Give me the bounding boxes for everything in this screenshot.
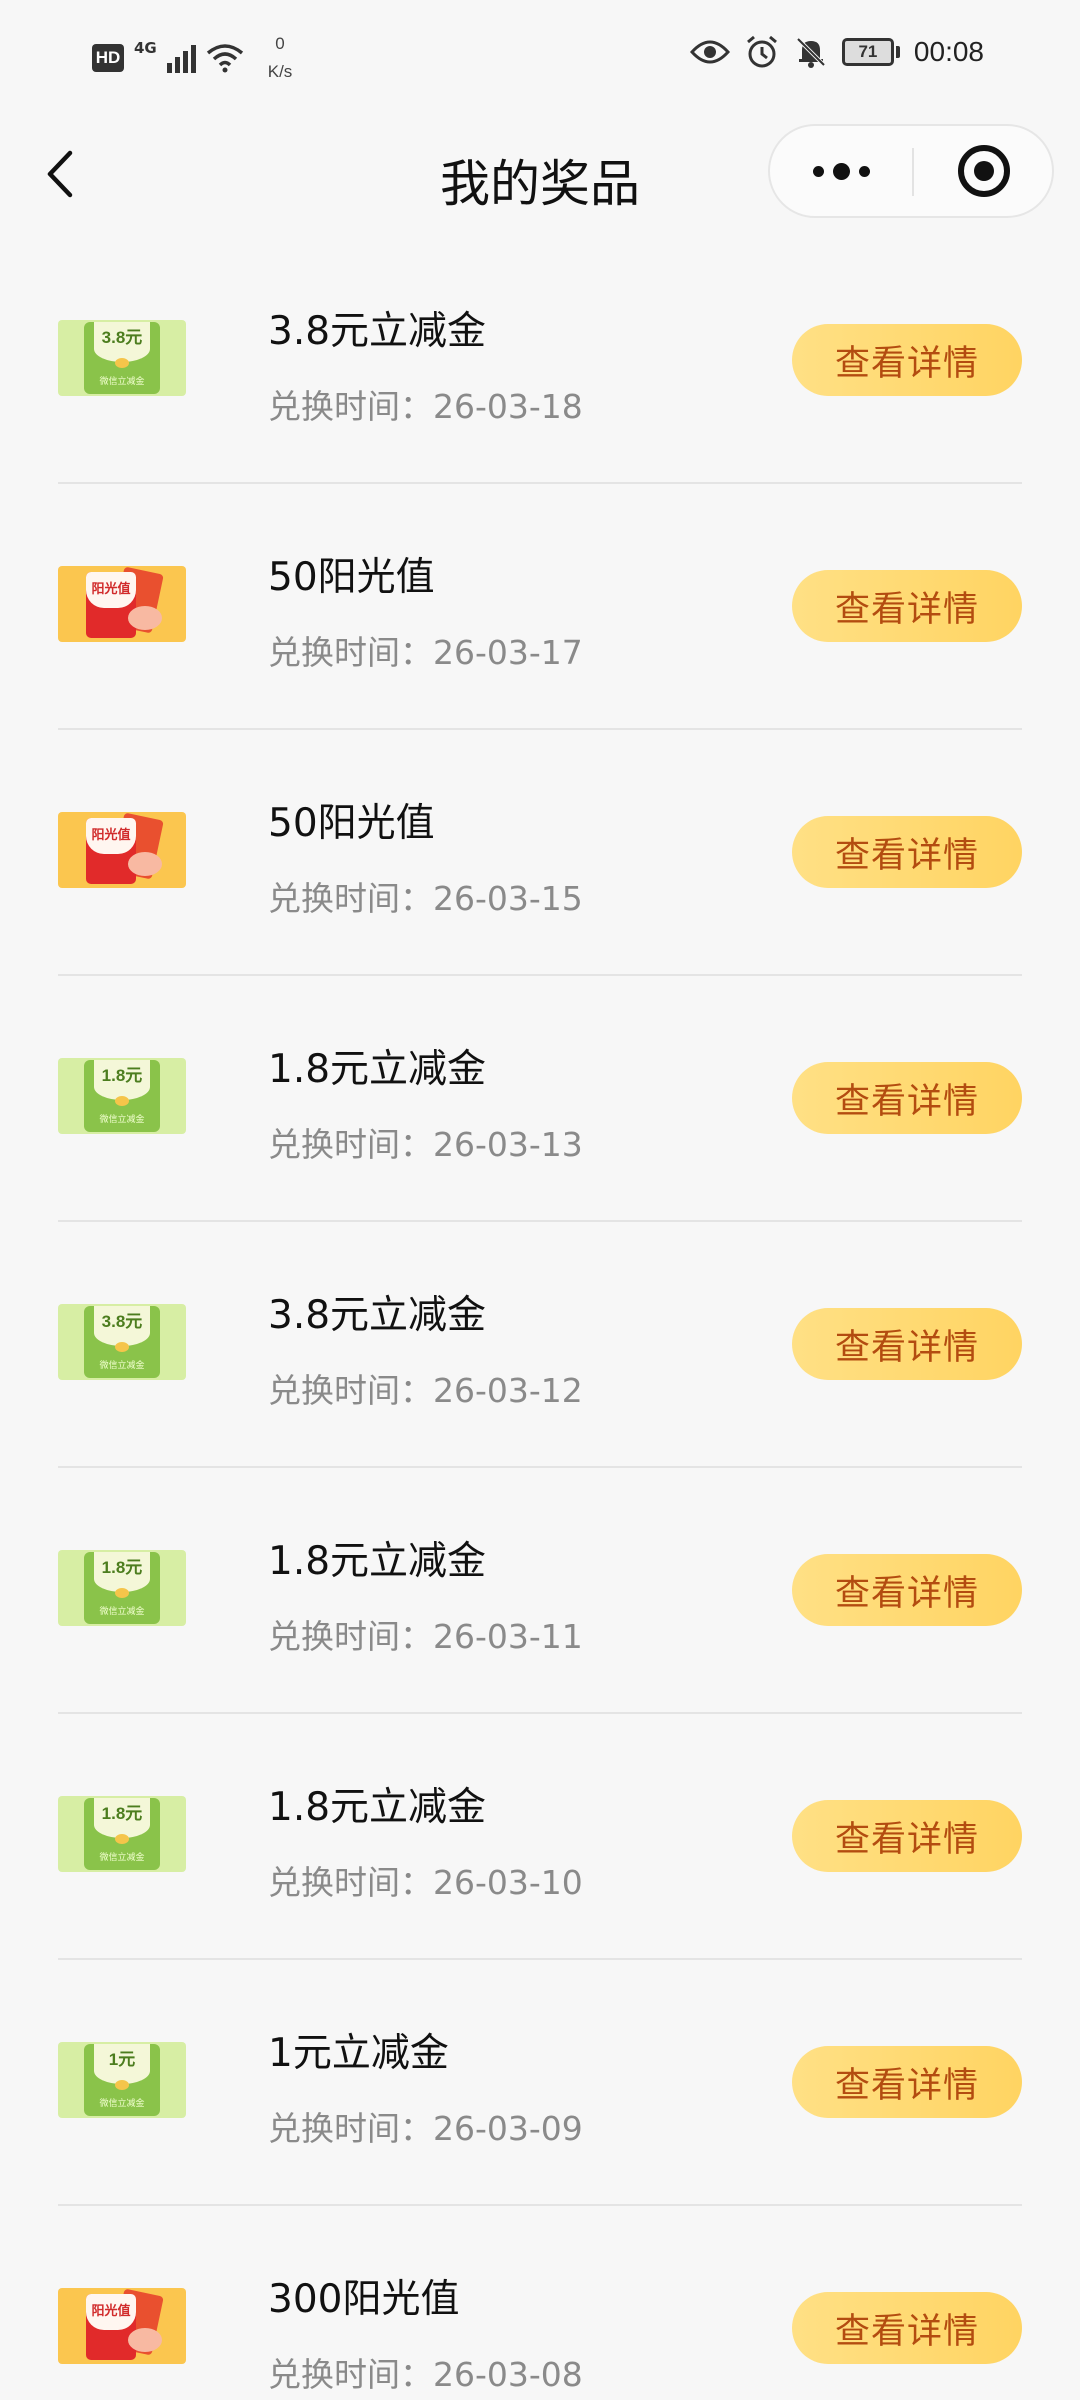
prize-item: 1.8元 微信立减金 1.8元立减金兑换时间：26-03-13 查看详情 xyxy=(58,976,1022,1222)
thumb-amount: 3.8元 xyxy=(94,1306,150,1346)
battery-icon: 71 xyxy=(841,38,900,66)
status-time: 00:08 xyxy=(913,36,984,67)
eye-icon xyxy=(689,38,730,66)
prize-name: 300阳光值 xyxy=(268,2277,460,2322)
thumb-amount: 3.8元 xyxy=(94,322,150,362)
battery-level: 71 xyxy=(841,38,894,66)
more-dots-icon xyxy=(812,165,824,177)
prize-item: 阳光值 50阳光值兑换时间：26-03-15 查看详情 xyxy=(58,730,1022,976)
view-details-button[interactable]: 查看详情 xyxy=(792,324,1022,396)
voucher-envelope-thumbnail: 3.8元 微信立减金 xyxy=(58,320,186,396)
close-mini-program-button[interactable] xyxy=(914,126,1054,216)
more-button[interactable] xyxy=(770,126,912,216)
view-details-button[interactable]: 查看详情 xyxy=(792,1800,1022,1872)
thumb-subtitle: 微信立减金 xyxy=(99,2099,145,2109)
alarm-icon xyxy=(744,34,780,70)
prize-name: 3.8元立减金 xyxy=(268,309,487,354)
voucher-envelope-thumbnail: 1.8元 微信立减金 xyxy=(58,1550,186,1626)
navigation-bar: 我的奖品 xyxy=(0,108,1080,238)
redeem-time: 兑换时间：26-03-13 xyxy=(268,1125,583,1164)
prize-item: 阳光值 50阳光值兑换时间：26-03-17 查看详情 xyxy=(58,484,1022,730)
voucher-envelope-thumbnail: 1.8元 微信立减金 xyxy=(58,1058,186,1134)
hd-badge: HD xyxy=(92,44,124,72)
mute-bell-icon xyxy=(794,35,828,69)
speed-value: 0 xyxy=(275,34,285,53)
speed-unit: K/s xyxy=(267,62,293,81)
redeem-time: 兑换时间：26-03-17 xyxy=(268,633,583,672)
sunshine-value-thumbnail: 阳光值 xyxy=(58,812,186,888)
status-left: HD 4G 0 K/s xyxy=(92,30,292,86)
status-right: 71 00:08 xyxy=(689,34,984,70)
thumb-subtitle: 微信立减金 xyxy=(99,377,145,387)
prize-name: 1.8元立减金 xyxy=(268,1785,487,1830)
prize-name: 1.8元立减金 xyxy=(268,1047,487,1092)
redeem-time: 兑换时间：26-03-11 xyxy=(268,1617,583,1656)
target-close-icon xyxy=(958,145,1010,197)
prize-name: 50阳光值 xyxy=(268,801,435,846)
thumb-label: 阳光值 xyxy=(86,2294,136,2330)
sunshine-value-thumbnail: 阳光值 xyxy=(58,2288,186,2364)
thumb-subtitle: 微信立减金 xyxy=(99,1607,145,1617)
thumb-amount: 1.8元 xyxy=(94,1552,150,1592)
prize-item: 3.8元 微信立减金 3.8元立减金兑换时间：26-03-18 查看详情 xyxy=(58,238,1022,484)
voucher-envelope-thumbnail: 1.8元 微信立减金 xyxy=(58,1796,186,1872)
prize-item: 1.8元 微信立减金 1.8元立减金兑换时间：26-03-11 查看详情 xyxy=(58,1468,1022,1714)
prize-name: 50阳光值 xyxy=(268,555,435,600)
wifi-icon xyxy=(206,43,244,73)
thumb-amount: 1元 xyxy=(94,2044,150,2084)
view-details-button[interactable]: 查看详情 xyxy=(792,2292,1022,2364)
prize-list: 3.8元 微信立减金 3.8元立减金 兑换时间：26-03-18 查看详情 阳光值 … xyxy=(0,238,1080,2400)
status-bar: HD 4G 0 K/s 71 00:08 xyxy=(0,0,1080,108)
view-details-button[interactable]: 查看详情 xyxy=(792,1554,1022,1626)
view-details-button[interactable]: 查看详情 xyxy=(792,2046,1022,2118)
thumb-subtitle: 微信立减金 xyxy=(99,1361,145,1371)
thumb-subtitle: 微信立减金 xyxy=(99,1853,145,1863)
prize-item: 3.8元 微信立减金 3.8元立减金兑换时间：26-03-12 查看详情 xyxy=(58,1222,1022,1468)
redeem-time: 兑换时间：26-03-10 xyxy=(268,1863,583,1902)
voucher-envelope-thumbnail: 1元 微信立减金 xyxy=(58,2042,186,2118)
mini-program-capsule xyxy=(768,124,1054,218)
view-details-button[interactable]: 查看详情 xyxy=(792,816,1022,888)
redeem-time: 兑换时间：26-03-08 xyxy=(268,2355,583,2394)
prize-list-container: 3.8元 微信立减金 3.8元立减金 兑换时间：26-03-18 查看详情 阳光值 … xyxy=(0,238,1080,2400)
network-type: 4G xyxy=(134,39,157,57)
thumb-amount: 1.8元 xyxy=(94,1798,150,1838)
prize-item: 阳光值 300阳光值兑换时间：26-03-08 查看详情 xyxy=(58,2206,1022,2400)
prize-item: 1元 微信立减金 1元立减金兑换时间：26-03-09 查看详情 xyxy=(58,1960,1022,2206)
thumb-amount: 1.8元 xyxy=(94,1060,150,1100)
view-details-button[interactable]: 查看详情 xyxy=(792,570,1022,642)
prize-name: 1.8元立减金 xyxy=(268,1539,487,1584)
prize-item: 1.8元 微信立减金 1.8元立减金兑换时间：26-03-10 查看详情 xyxy=(58,1714,1022,1960)
thumb-subtitle: 微信立减金 xyxy=(99,1115,145,1125)
voucher-envelope-thumbnail: 3.8元 微信立减金 xyxy=(58,1304,186,1380)
redeem-time: 兑换时间：26-03-09 xyxy=(268,2109,583,2148)
thumb-label: 阳光值 xyxy=(86,572,136,608)
signal-icon xyxy=(166,43,196,73)
prize-name: 3.8元立减金 xyxy=(268,1293,487,1338)
redeem-time: 兑换时间：26-03-15 xyxy=(268,879,583,918)
view-details-button[interactable]: 查看详情 xyxy=(792,1062,1022,1134)
prize-name: 1元立减金 xyxy=(268,2031,449,2076)
view-details-button[interactable]: 查看详情 xyxy=(792,1308,1022,1380)
redeem-time: 兑换时间：26-03-18 xyxy=(268,387,583,426)
thumb-label: 阳光值 xyxy=(86,818,136,854)
network-speed: 0 K/s xyxy=(268,30,293,86)
redeem-time: 兑换时间：26-03-12 xyxy=(268,1371,583,1410)
sunshine-value-thumbnail: 阳光值 xyxy=(58,566,186,642)
